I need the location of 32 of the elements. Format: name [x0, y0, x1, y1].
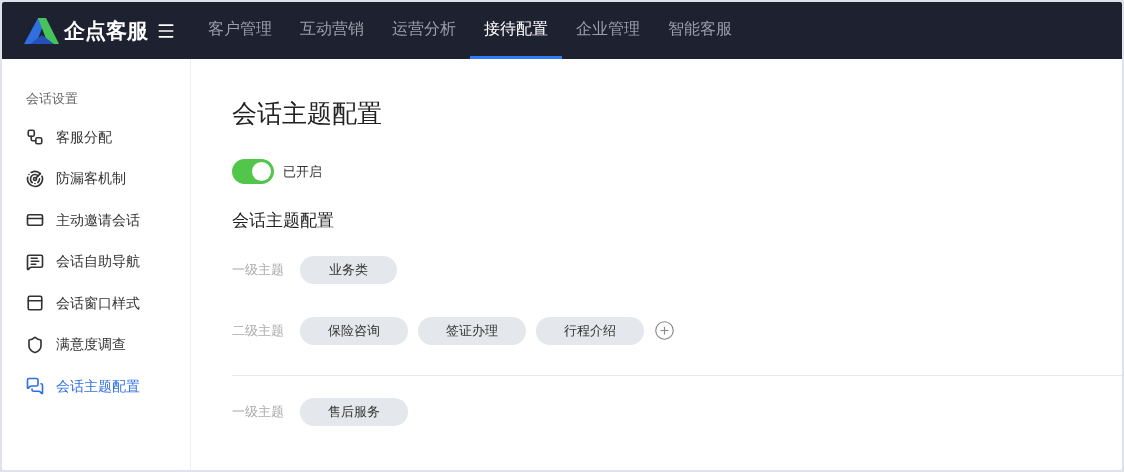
nav-tab[interactable]: 接待配置 — [470, 2, 562, 59]
sidebar-item[interactable]: 客服分配 — [26, 116, 190, 158]
nav-tab[interactable]: 运营分析 — [378, 2, 470, 59]
topic-tag[interactable]: 保险咨询 — [300, 316, 408, 345]
topic-tag[interactable]: 业务类 — [300, 255, 397, 284]
radar-icon — [26, 169, 44, 188]
sidebar-item[interactable]: 满意度调查 — [26, 324, 190, 366]
nav-tab[interactable]: 互动营销 — [286, 2, 378, 59]
nav-tab[interactable]: 企业管理 — [562, 2, 654, 59]
shield-icon — [26, 335, 44, 354]
message-icon — [26, 252, 44, 271]
toggle-label: 已开启 — [283, 162, 322, 181]
add-icon[interactable] — [654, 320, 675, 341]
window-icon — [26, 294, 44, 313]
topic-level-label: 二级主题 — [232, 321, 285, 340]
sidebar-item[interactable]: 主动邀请会话 — [26, 199, 190, 241]
topic-tag[interactable]: 签证办理 — [418, 316, 526, 345]
section-title: 会话主题配置 — [232, 210, 335, 232]
topic-tag[interactable]: 售后服务 — [300, 397, 408, 426]
toggle-switch[interactable] — [232, 159, 274, 184]
brand-name: 企点客服 — [64, 17, 148, 44]
sidebar-item[interactable]: 会话主题配置 — [26, 365, 190, 407]
nav-tab[interactable]: 客户管理 — [194, 2, 286, 59]
topic-tag[interactable]: 行程介绍 — [536, 316, 644, 345]
flow-icon — [26, 128, 44, 147]
sidebar-item[interactable]: 会话自助导航 — [26, 241, 190, 283]
sidebar-section-title: 会话设置 — [26, 90, 79, 108]
page-title: 会话主题配置 — [232, 98, 383, 129]
sidebar-item[interactable]: 防漏客机制 — [26, 158, 190, 200]
logo-icon — [24, 17, 60, 44]
sidebar-item[interactable]: 会话窗口样式 — [26, 282, 190, 324]
nav-tab[interactable]: 智能客服 — [654, 2, 746, 59]
